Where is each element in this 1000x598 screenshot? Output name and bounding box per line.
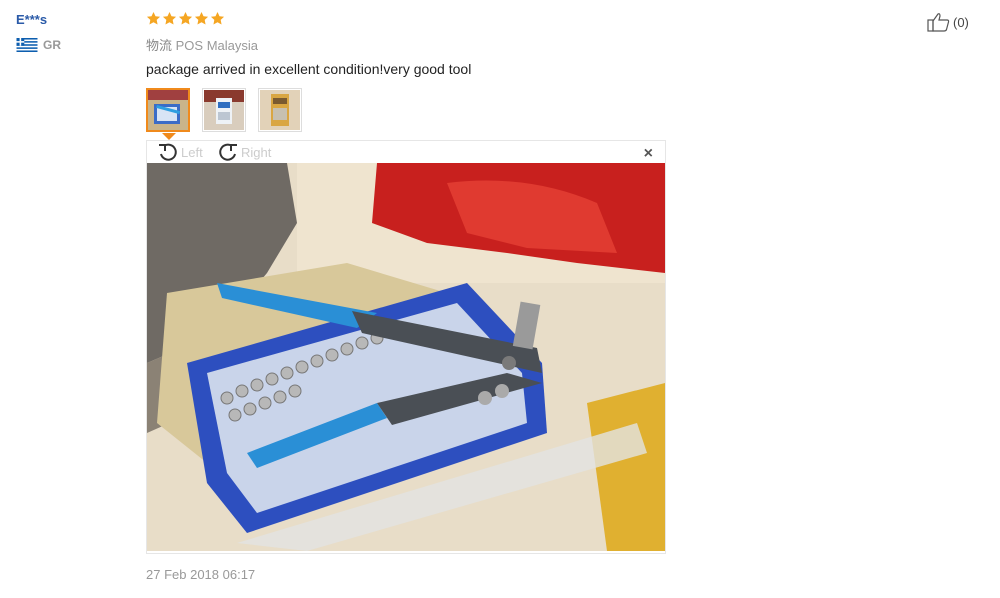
review-thumbnail-2[interactable] — [202, 88, 246, 132]
helpful-button[interactable]: (0) — [927, 12, 969, 32]
greece-flag-icon — [16, 38, 38, 52]
rotate-right-label: Right — [241, 144, 272, 160]
close-icon[interactable]: × — [644, 145, 653, 163]
helpful-count: (0) — [953, 14, 969, 30]
rotate-right-icon — [219, 143, 237, 161]
rotate-left-label: Left — [181, 144, 203, 160]
logistics-label: 物流 — [146, 38, 173, 53]
rotate-left-button[interactable]: Left — [157, 142, 203, 162]
logistics-info: 物流 POS Malaysia — [146, 35, 258, 54]
star-icon — [146, 11, 161, 25]
review-thumbnail-3[interactable] — [258, 88, 302, 132]
image-viewer: Left Right × — [146, 140, 666, 554]
thumbnail-photo — [260, 90, 300, 130]
review-date: 27 Feb 2018 06:17 — [146, 567, 256, 582]
reviewer-name: E***s — [16, 12, 48, 27]
review-thumbnail-1[interactable] — [146, 88, 190, 140]
country-code: GR — [43, 38, 61, 52]
review-image-thumbnails — [146, 88, 302, 140]
star-icon — [178, 11, 193, 25]
thumbnail-photo — [148, 90, 188, 130]
review-text: package arrived in excellent condition!v… — [146, 61, 472, 77]
logistics-value: POS Malaysia — [175, 38, 259, 53]
thumbs-up-icon — [927, 13, 950, 32]
review-photo — [147, 163, 665, 551]
image-viewer-toolbar: Left Right × — [147, 141, 665, 163]
star-icon — [194, 11, 209, 25]
star-icon — [210, 11, 225, 25]
rotate-left-icon — [159, 143, 177, 161]
reviewer-country: GR — [16, 38, 61, 52]
thumbnail-photo — [204, 90, 244, 130]
rotate-right-button[interactable]: Right — [217, 142, 271, 162]
star-icon — [162, 11, 177, 25]
star-rating — [146, 11, 225, 26]
